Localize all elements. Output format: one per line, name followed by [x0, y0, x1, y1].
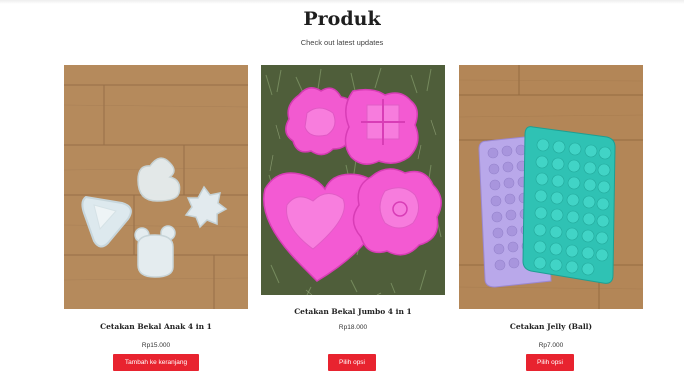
add-to-cart-button[interactable]: Tambah ke keranjang — [113, 354, 199, 371]
select-options-button[interactable]: Pilih opsi — [328, 354, 376, 371]
product-image[interactable] — [64, 65, 248, 309]
product-card: Cetakan Jelly (Ball) Rp7.000 Pilih opsi — [459, 65, 643, 374]
top-border — [0, 0, 684, 4]
product-image[interactable] — [459, 65, 643, 309]
product-image[interactable] — [261, 65, 445, 295]
section-subtitle: Check out latest updates — [300, 38, 384, 47]
select-options-button[interactable]: Pilih opsi — [526, 354, 574, 371]
product-card: Cetakan Bekal Anak 4 in 1 Rp15.000 Tamba… — [64, 65, 248, 374]
section-title: Produk — [303, 8, 381, 30]
product-name[interactable]: Cetakan Jelly (Ball) — [459, 322, 643, 331]
product-price: Rp7.000 — [538, 342, 564, 349]
product-name[interactable]: Cetakan Bekal Anak 4 in 1 — [64, 322, 248, 331]
product-card: Cetakan Bekal Jumbo 4 in 1 Rp18.000 Pili… — [261, 65, 445, 374]
product-price: Rp18.000 — [338, 324, 368, 331]
product-price: Rp15.000 — [141, 342, 171, 349]
product-name[interactable]: Cetakan Bekal Jumbo 4 in 1 — [261, 307, 445, 316]
